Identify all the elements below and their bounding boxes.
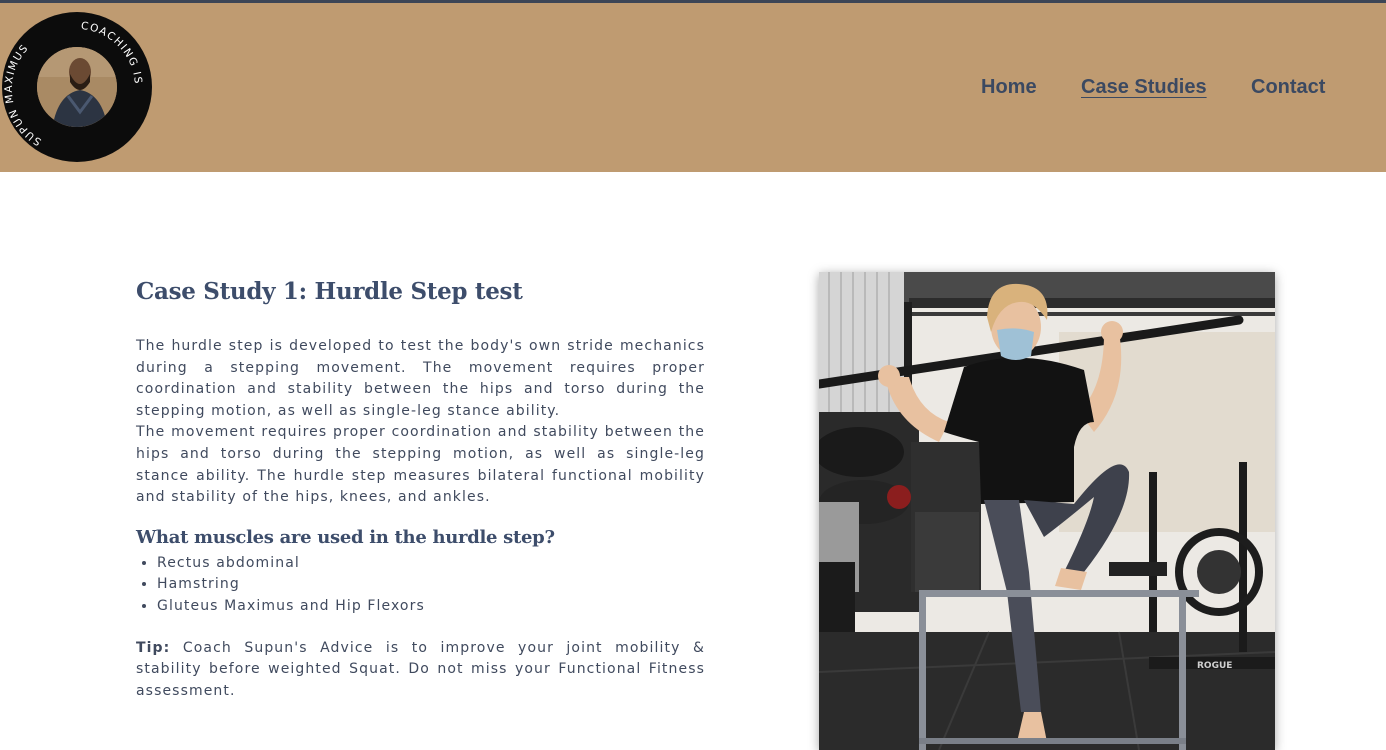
intro-paragraph-1: The hurdle step is developed to test the… [136,338,705,419]
intro-text: The hurdle step is developed to test the… [136,336,705,509]
case-study-content: Case Study 1: Hurdle Step test The hurdl… [136,276,705,702]
nav-case-studies-link[interactable]: Case Studies [1081,76,1207,99]
muscles-subheading: What muscles are used in the hurdle step… [136,526,555,548]
nav-home-link[interactable]: Home [981,76,1037,99]
site-header: COACHING IS LIFE SUPUN MAXIMUS Home Case… [0,3,1386,172]
intro-paragraph-2: The movement requires proper coordinatio… [136,424,705,506]
equipment-brand: ROGUE [1197,661,1232,671]
tip-label: Tip: [136,639,171,656]
hurdle-step-photo-icon: ROGUE [819,272,1275,750]
tip-text: Coach Supun's Advice is to improve your … [136,639,705,699]
list-item: Rectus abdominal [157,553,705,575]
main-nav: Home Case Studies Contact [0,76,1386,106]
list-item: Hamstring [157,574,705,596]
muscles-list: Rectus abdominal Hamstring Gluteus Maxim… [136,553,705,618]
nav-contact-link[interactable]: Contact [1251,76,1325,99]
list-item: Gluteus Maximus and Hip Flexors [157,596,705,618]
hurdle-step-photo: ROGUE [819,272,1275,750]
page-title: Case Study 1: Hurdle Step test [136,278,523,305]
coach-tip: Tip: Coach Supun's Advice is to improve … [136,638,705,703]
